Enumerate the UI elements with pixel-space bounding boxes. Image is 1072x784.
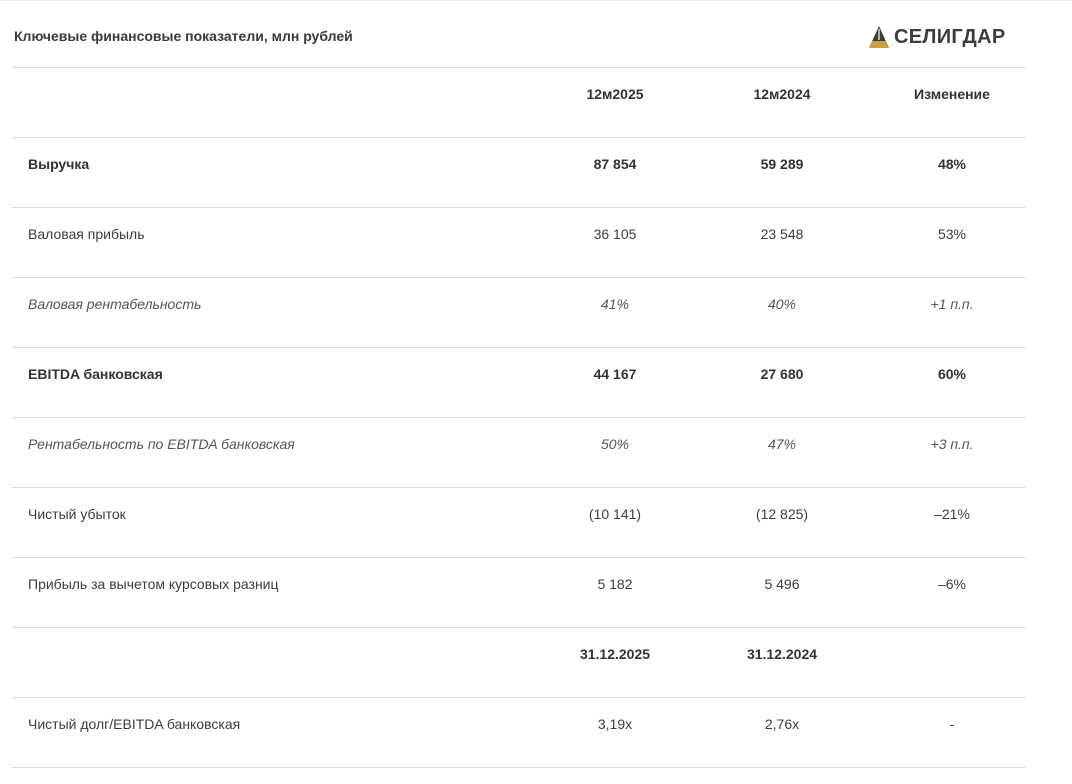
company-logo: СЕЛИГДАР <box>868 24 1005 50</box>
row-label: Прибыль за вычетом курсовых разниц <box>28 576 279 592</box>
row-change: –6% <box>937 576 967 592</box>
row-change: –21% <box>934 506 970 522</box>
row-change: - <box>949 716 955 732</box>
seligdar-triangle-icon <box>869 26 889 48</box>
row-value-2024: (12 825) <box>755 506 809 522</box>
header-label <box>28 628 508 698</box>
header-col-31-12-2024: 31.12.2024 <box>746 646 818 662</box>
row-value-2024: 59 289 <box>760 156 804 172</box>
row-value-2024: 47% <box>767 436 797 452</box>
row-change: 48% <box>937 156 967 172</box>
row-value-2025: 41% <box>600 296 630 312</box>
financial-table: 12м2025 12м2024 Изменение Выручка 87 854… <box>12 67 1026 768</box>
row-change: +3 п.п. <box>930 436 974 452</box>
row-label: EBITDA банковская <box>28 366 163 382</box>
header-col-change: Изменение <box>914 86 990 102</box>
top-divider <box>0 0 1072 1</box>
row-change: 53% <box>937 226 967 242</box>
row-value-2024: 23 548 <box>760 226 804 242</box>
row-value-2024: 27 680 <box>760 366 804 382</box>
table-row-adjusted-profit: Прибыль за вычетом курсовых разниц 5 182… <box>12 557 1026 627</box>
row-label: Рентабельность по EBITDA банковская <box>28 436 295 452</box>
table-row-gross-profit: Валовая прибыль 36 105 23 548 53% <box>12 207 1026 277</box>
table-row-ebitda-margin: Рентабельность по EBITDA банковская 50% … <box>12 417 1026 487</box>
header-col-empty <box>892 628 1012 698</box>
row-label: Выручка <box>28 156 90 172</box>
row-value-2025: 3,19x <box>597 716 633 732</box>
table-row-revenue: Выручка 87 854 59 289 48% <box>12 137 1026 207</box>
table-row-ebitda: EBITDA банковская 44 167 27 680 60% <box>12 347 1026 417</box>
row-label: Чистый долг/EBITDA банковская <box>28 716 241 732</box>
header-label <box>28 68 508 138</box>
row-value-2025: 50% <box>600 436 630 452</box>
row-value-2025: 44 167 <box>593 366 637 382</box>
row-value-2025: 36 105 <box>593 226 637 242</box>
header-col-12m2024: 12м2024 <box>753 86 811 102</box>
row-value-2024: 40% <box>767 296 797 312</box>
row-value-2024: 2,76x <box>764 716 800 732</box>
header-col-12m2025: 12м2025 <box>586 86 644 102</box>
row-value-2025: (10 141) <box>588 506 642 522</box>
logo-text: СЕЛИГДАР <box>894 26 1006 48</box>
table-title: Ключевые финансовые показатели, млн рубл… <box>14 28 353 44</box>
row-change: 60% <box>937 366 967 382</box>
row-value-2024: 5 496 <box>764 576 800 592</box>
row-label: Валовая прибыль <box>28 226 145 242</box>
table-header-row: 12м2025 12м2024 Изменение <box>12 67 1026 137</box>
table-row-net-debt-ebitda: Чистый долг/EBITDA банковская 3,19x 2,76… <box>12 697 1026 768</box>
row-change: +1 п.п. <box>930 296 974 312</box>
row-value-2025: 87 854 <box>593 156 637 172</box>
row-label: Чистый убыток <box>28 506 126 522</box>
table-row-net-loss: Чистый убыток (10 141) (12 825) –21% <box>12 487 1026 557</box>
table-header-row-dates: 31.12.2025 31.12.2024 <box>12 627 1026 697</box>
table-row-gross-margin: Валовая рентабельность 41% 40% +1 п.п. <box>12 277 1026 347</box>
row-value-2025: 5 182 <box>597 576 633 592</box>
row-label: Валовая рентабельность <box>28 296 202 312</box>
header-col-31-12-2025: 31.12.2025 <box>579 646 651 662</box>
